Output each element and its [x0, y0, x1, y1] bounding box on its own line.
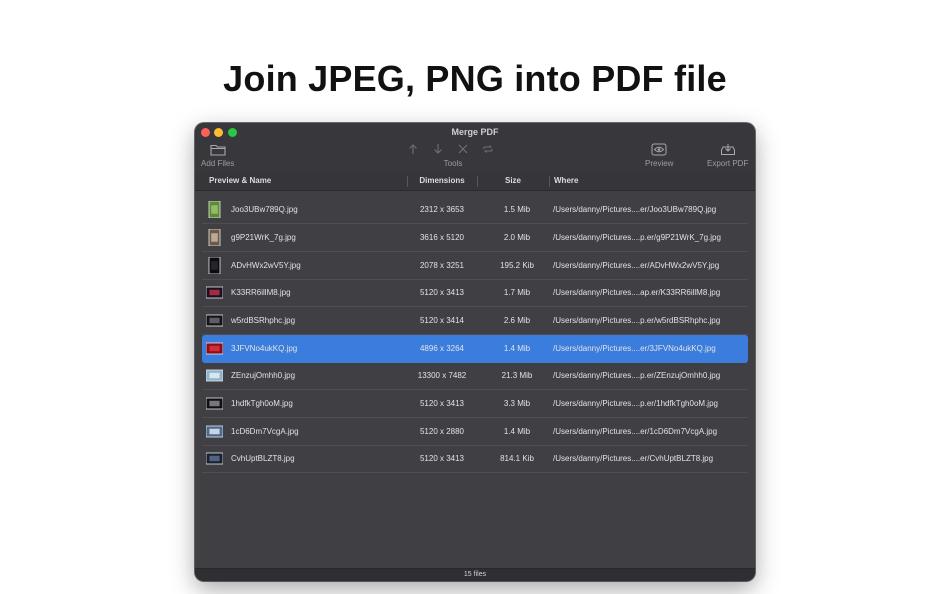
window-titlebar: Merge PDF Add Files Tools Preview Export… [195, 123, 755, 174]
remove-icon[interactable] [457, 143, 469, 155]
column-divider [549, 176, 550, 187]
file-dimensions: 2312 x 3653 [419, 205, 465, 214]
file-name: K33RR6illM8.jpg [231, 288, 291, 297]
merge-pdf-window: Merge PDF Add Files Tools Preview Export… [195, 123, 755, 581]
file-dimensions: 5120 x 3413 [419, 288, 465, 297]
file-dimensions: 5120 x 2880 [419, 427, 465, 436]
file-size: 1.7 Mib [503, 288, 531, 297]
thumbnail-subject [209, 455, 220, 462]
move-up-icon[interactable] [407, 143, 419, 155]
file-name: g9P21WrK_7g.jpg [231, 233, 296, 242]
file-path: /Users/danny/Pictures....p.er/ZEnzujOmhh… [553, 371, 721, 380]
header-size[interactable]: Size [477, 176, 549, 185]
thumbnail-image [206, 286, 223, 299]
file-name: CvhUptBLZT8.jpg [231, 454, 295, 463]
thumbnail-subject [211, 205, 218, 214]
file-path: /Users/danny/Pictures....er/CvhUptBLZT8.… [553, 454, 714, 463]
thumbnail-image [206, 397, 223, 410]
file-size: 195.2 Kib [500, 261, 534, 270]
table-row[interactable]: 1cD6Dm7VcgA.jpg 5120 x 2880 1.4 Mib /Use… [202, 418, 748, 446]
file-dimensions: 4896 x 3264 [419, 344, 465, 353]
file-path: /Users/danny/Pictures....ap.er/K33RR6ill… [553, 288, 721, 297]
table-row[interactable]: g9P21WrK_7g.jpg 3616 x 5120 2.0 Mib /Use… [202, 224, 748, 252]
file-name: 3JFVNo4ukKQ.jpg [231, 344, 298, 353]
file-size: 1.4 Mib [503, 344, 531, 353]
table-row-selected[interactable]: 3JFVNo4ukKQ.jpg 4896 x 3264 1.4 Mib /Use… [202, 335, 748, 363]
thumbnail-image [206, 425, 223, 438]
thumbnail-image [206, 342, 223, 355]
add-files-button[interactable]: Add Files [201, 143, 234, 168]
eye-icon [651, 143, 667, 156]
file-dimensions: 5120 x 3413 [419, 454, 465, 463]
file-path: /Users/danny/Pictures....er/ADvHWx2wV5Y.… [553, 261, 720, 270]
export-pdf-label: Export PDF [707, 159, 749, 168]
folder-icon [210, 144, 226, 156]
file-dimensions: 3616 x 5120 [419, 233, 465, 242]
rotate-icon[interactable] [482, 143, 494, 155]
preview-label: Preview [645, 159, 674, 168]
table-row[interactable]: ADvHWx2wV5Y.jpg 2078 x 3251 195.2 Kib /U… [202, 252, 748, 280]
file-dimensions: 5120 x 3413 [419, 399, 465, 408]
file-size: 1.5 Mib [503, 205, 531, 214]
file-name: w5rdBSRhphc.jpg [231, 316, 296, 325]
thumbnail-image [208, 257, 221, 274]
thumbnail-subject [209, 289, 220, 296]
file-dimensions: 2078 x 3251 [419, 261, 465, 270]
header-dimensions[interactable]: Dimensions [407, 176, 477, 185]
thumbnail-image [206, 314, 223, 327]
file-path: /Users/danny/Pictures....er/Joo3UBw789Q.… [553, 205, 717, 214]
thumbnail-subject [211, 233, 218, 242]
table-row[interactable]: ZEnzujOmhh0.jpg 13300 x 7482 21.3 Mib /U… [202, 362, 748, 390]
table-row[interactable]: CvhUptBLZT8.jpg 5120 x 3413 814.1 Kib /U… [202, 445, 748, 473]
table-row[interactable]: Joo3UBw789Q.jpg 2312 x 3653 1.5 Mib /Use… [202, 196, 748, 224]
thumbnail-image [208, 201, 221, 218]
thumbnail-subject [209, 400, 220, 407]
table-row[interactable]: K33RR6illM8.jpg 5120 x 3413 1.7 Mib /Use… [202, 279, 748, 307]
header-preview-name[interactable]: Preview & Name [209, 176, 271, 185]
file-size: 1.4 Mib [503, 427, 531, 436]
file-count: 15 files [463, 571, 487, 578]
thumbnail-subject [209, 372, 220, 379]
move-down-icon[interactable] [432, 143, 444, 155]
preview-button[interactable]: Preview [645, 143, 673, 168]
thumbnail-subject [209, 428, 220, 435]
file-path: /Users/danny/Pictures....p.er/w5rdBSRhph… [553, 316, 721, 325]
file-path: /Users/danny/Pictures....er/3JFVNo4ukKQ.… [553, 344, 716, 353]
file-name: ADvHWx2wV5Y.jpg [231, 261, 301, 270]
file-name: 1cD6Dm7VcgA.jpg [231, 427, 299, 436]
tools-label: Tools [443, 159, 463, 168]
table-row[interactable]: 1hdfkTgh0oM.jpg 5120 x 3413 3.3 Mib /Use… [202, 390, 748, 418]
header-where[interactable]: Where [554, 176, 578, 185]
add-files-label: Add Files [201, 159, 235, 168]
file-list: Joo3UBw789Q.jpg 2312 x 3653 1.5 Mib /Use… [195, 191, 755, 568]
file-name: ZEnzujOmhh0.jpg [231, 371, 296, 380]
export-pdf-button[interactable]: Export PDF [707, 143, 748, 168]
file-path: /Users/danny/Pictures....er/1cD6Dm7VcgA.… [553, 427, 718, 436]
file-size: 814.1 Kib [500, 454, 534, 463]
file-name: 1hdfkTgh0oM.jpg [231, 399, 293, 408]
thumbnail-subject [211, 261, 218, 270]
window-title: Merge PDF [451, 127, 499, 137]
table-row[interactable]: w5rdBSRhphc.jpg 5120 x 3414 2.6 Mib /Use… [202, 307, 748, 335]
page-headline: Join JPEG, PNG into PDF file [223, 58, 727, 99]
export-tray-icon [720, 144, 735, 155]
file-dimensions: 13300 x 7482 [417, 371, 467, 380]
thumbnail-image [206, 369, 223, 382]
file-path: /Users/danny/Pictures....p.er/1hdfkTgh0o… [553, 399, 718, 408]
thumbnail-subject [209, 317, 220, 324]
thumbnail-subject [209, 345, 220, 352]
thumbnail-image [206, 452, 223, 465]
file-size: 3.3 Mib [503, 399, 531, 408]
status-bar: 15 files [195, 568, 755, 581]
table-header: Preview & Name Dimensions Size Where [195, 173, 755, 191]
file-name: Joo3UBw789Q.jpg [231, 205, 298, 214]
file-size: 2.0 Mib [503, 233, 531, 242]
file-size: 2.6 Mib [503, 316, 531, 325]
file-dimensions: 5120 x 3414 [419, 316, 465, 325]
file-size: 21.3 Mib [501, 371, 533, 380]
thumbnail-image [208, 229, 221, 246]
file-path: /Users/danny/Pictures....p.er/g9P21WrK_7… [553, 233, 721, 242]
